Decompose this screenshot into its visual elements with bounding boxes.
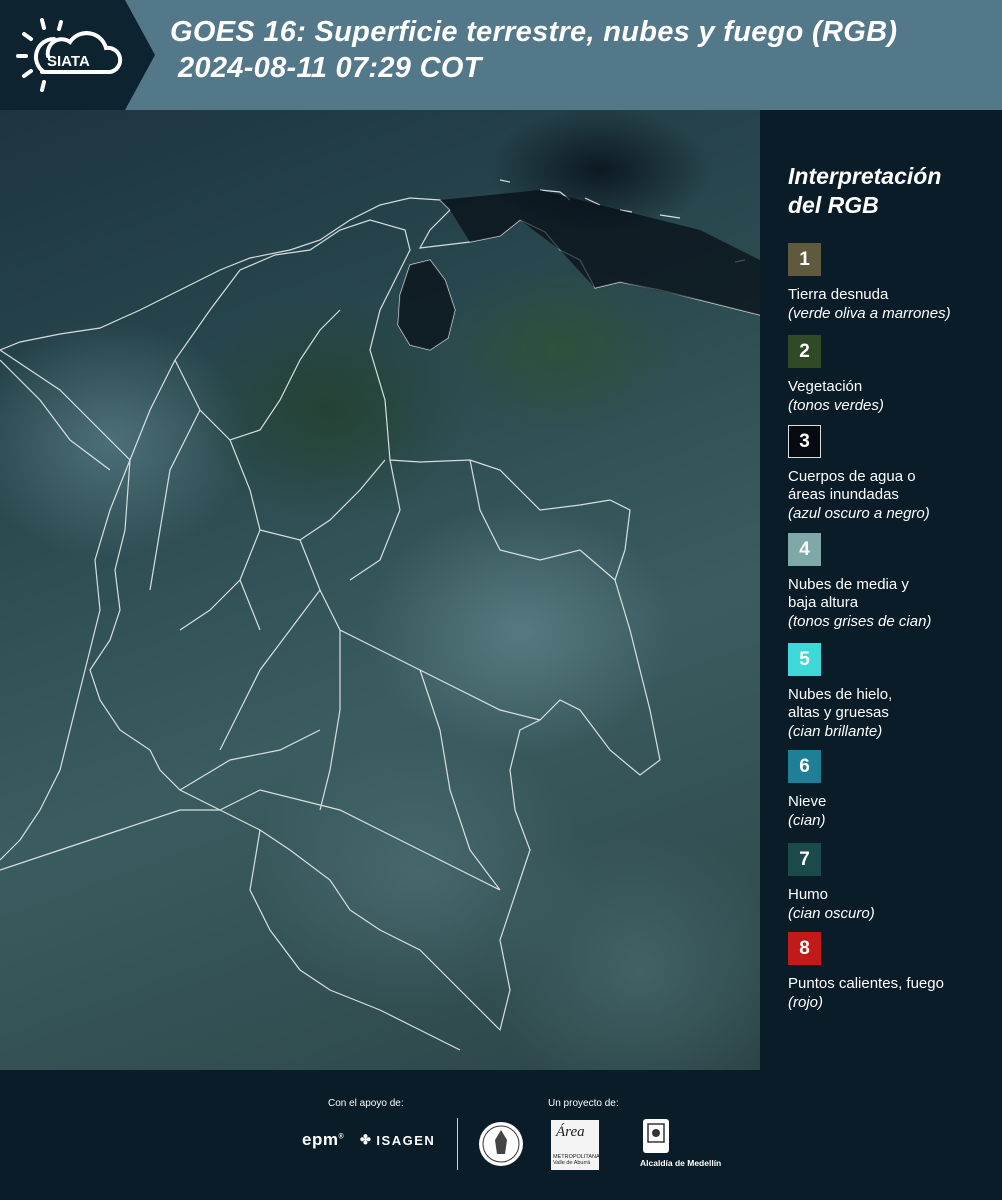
legend-item-fire: 8 Puntos calientes, fuego (rojo) [788,932,998,1012]
department-lines [149,309,616,891]
legend-panel: Interpretación del RGB 1 Tierra desnuda … [760,110,1002,1070]
pacific-coastline [0,459,131,861]
legend-item-vegetation: 2 Vegetación (tonos verdes) [788,335,998,415]
medellin-shield-icon [643,1119,669,1153]
legend-label: Vegetación [788,378,863,395]
legend-swatch: 5 [788,643,821,676]
university-seal-icon [479,1122,523,1166]
legend-label: Nubes de hielo, altas y gruesas [788,686,893,721]
siata-logo: SIATA [16,18,123,92]
legend-title-line-2: del RGB [788,192,879,218]
legend-title-line-1: Interpretación [788,163,942,189]
footer-divider [457,1118,458,1170]
legend-swatch: 3 [788,425,821,458]
legend-sublabel: (azul oscuro a negro) [788,505,930,522]
logo-text: SIATA [47,53,90,70]
alcaldia-text: Alcaldía de Medellín [640,1158,722,1168]
area-name: Área [556,1124,585,1140]
legend-item-water: 3 Cuerpos de agua o áreas inundadas (azu… [788,425,998,523]
legend-swatch: 2 [788,335,821,368]
legend-label: Nieve [788,793,827,810]
legend-swatch: 6 [788,750,821,783]
legend-sublabel: (cian) [788,812,826,829]
legend-label: Nubes de media y baja altura [788,576,909,611]
support-label: Con el apoyo de: [328,1098,404,1109]
area-metropolitana-logo: Área METROPOLITANA Valle de Aburrá [551,1120,599,1170]
epm-text: epm [302,1130,339,1149]
legend-item-snow: 6 Nieve (cian) [788,750,998,830]
project-label: Un proyecto de: [548,1098,619,1109]
legend-item-smoke: 7 Humo (cian oscuro) [788,843,998,923]
footer: Con el apoyo de: Un proyecto de: epm® ✤ … [0,1070,1002,1200]
legend-title: Interpretación del RGB [788,162,988,220]
title-line-1: GOES 16: Superficie terrestre, nubes y f… [170,16,898,48]
logo-panel: SIATA [0,0,155,110]
southern-borders [0,809,461,1051]
legend-item-bare-land: 1 Tierra desnuda (verde oliva a marrones… [788,243,998,323]
legend-sublabel: (tonos verdes) [788,397,884,414]
legend-label: Puntos calientes, fuego [788,975,944,992]
legend-sublabel: (verde oliva a marrones) [788,305,951,322]
legend-label: Tierra desnuda [788,286,889,303]
legend-swatch: 7 [788,843,821,876]
legend-item-ice-clouds: 5 Nubes de hielo, altas y gruesas (cian … [788,643,998,741]
legend-swatch: 1 [788,243,821,276]
isagen-text: ISAGEN [376,1132,436,1148]
legend-sublabel: (tonos grises de cian) [788,613,932,630]
epm-logo: epm® [302,1130,345,1149]
header-bar: SIATA GOES 16: Superficie terrestre, nub… [0,0,1002,110]
legend-sublabel: (cian brillante) [788,723,883,740]
isagen-logo: ✤ ISAGEN [360,1132,435,1148]
area-sub: METROPOLITANA Valle de Aburrá [553,1154,600,1166]
panama-coastline [0,349,131,471]
title-line-2: 2024-08-11 07:29 COT [178,52,482,84]
legend-item-low-clouds: 4 Nubes de media y baja altura (tonos gr… [788,533,998,631]
legend-sublabel: (cian oscuro) [788,905,875,922]
legend-sublabel: (rojo) [788,994,824,1011]
legend-label: Cuerpos de agua o áreas inundadas [788,468,916,503]
legend-swatch: 4 [788,533,821,566]
legend-swatch: 8 [788,932,821,965]
satellite-map [0,110,760,1070]
map-boundaries [0,179,760,1051]
isagen-icon: ✤ [360,1132,373,1147]
colombia-border [89,219,661,1032]
legend-label: Humo [788,886,829,903]
page-title: GOES 16: Superficie terrestre, nubes y f… [170,14,897,86]
